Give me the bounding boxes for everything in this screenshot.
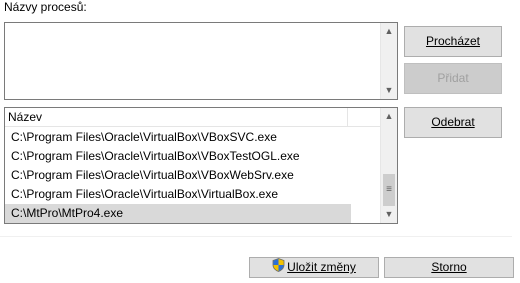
save-changes-label: Uložit změny bbox=[287, 260, 356, 275]
browse-button[interactable]: Procházet bbox=[404, 26, 502, 57]
list-item-label: C:\Program Files\Oracle\VirtualBox\VBoxW… bbox=[11, 168, 294, 182]
list-item[interactable]: C:\Program Files\Oracle\VirtualBox\Virtu… bbox=[5, 185, 351, 204]
add-button-label: Přidat bbox=[437, 71, 469, 85]
chevron-down-icon[interactable]: ▼ bbox=[381, 206, 397, 223]
cancel-button-label: Storno bbox=[431, 260, 467, 274]
column-separator[interactable] bbox=[347, 108, 348, 126]
process-names-input[interactable]: ▲ ▼ bbox=[4, 22, 398, 100]
list-item[interactable]: C:\Program Files\Oracle\VirtualBox\VBoxW… bbox=[5, 166, 351, 185]
remove-button-label: Odebrat bbox=[431, 115, 475, 129]
list-item-selected[interactable]: C:\MtPro\MtPro4.exe bbox=[5, 204, 351, 223]
chevron-up-icon[interactable]: ▲ bbox=[381, 23, 397, 40]
cancel-button[interactable]: Storno bbox=[384, 257, 514, 278]
add-button[interactable]: Přidat bbox=[404, 63, 502, 94]
list-item[interactable]: C:\Program Files\Oracle\VirtualBox\VBoxT… bbox=[5, 147, 351, 166]
list-item-label: C:\Program Files\Oracle\VirtualBox\VBoxT… bbox=[11, 149, 300, 163]
panel-divider bbox=[0, 236, 512, 237]
scroll-thumb[interactable]: ≡ bbox=[383, 174, 395, 206]
grip-icon: ≡ bbox=[386, 184, 392, 195]
column-header-label: Název bbox=[8, 110, 43, 124]
save-changes-button[interactable]: Uložit změny bbox=[249, 257, 379, 278]
process-names-label: Názvy procesů: bbox=[4, 0, 87, 14]
input-scrollbar[interactable]: ▲ ▼ bbox=[380, 23, 397, 99]
list-item-label: C:\Program Files\Oracle\VirtualBox\Virtu… bbox=[11, 187, 278, 201]
list-item-label: C:\MtPro\MtPro4.exe bbox=[11, 206, 124, 220]
uac-shield-icon bbox=[272, 258, 285, 278]
process-list[interactable]: Název C:\Program Files\Oracle\VirtualBox… bbox=[4, 107, 398, 224]
column-header-name[interactable]: Název bbox=[5, 108, 380, 127]
remove-button[interactable]: Odebrat bbox=[404, 107, 502, 138]
chevron-down-icon[interactable]: ▼ bbox=[381, 82, 397, 99]
list-scrollbar[interactable]: ▲ ≡ ▼ bbox=[380, 108, 397, 223]
browse-button-label: Procházet bbox=[425, 34, 481, 48]
chevron-up-icon[interactable]: ▲ bbox=[381, 108, 397, 125]
list-item-label: C:\Program Files\Oracle\VirtualBox\VBoxS… bbox=[11, 130, 277, 144]
list-item[interactable]: C:\Program Files\Oracle\VirtualBox\VBoxS… bbox=[5, 128, 351, 147]
